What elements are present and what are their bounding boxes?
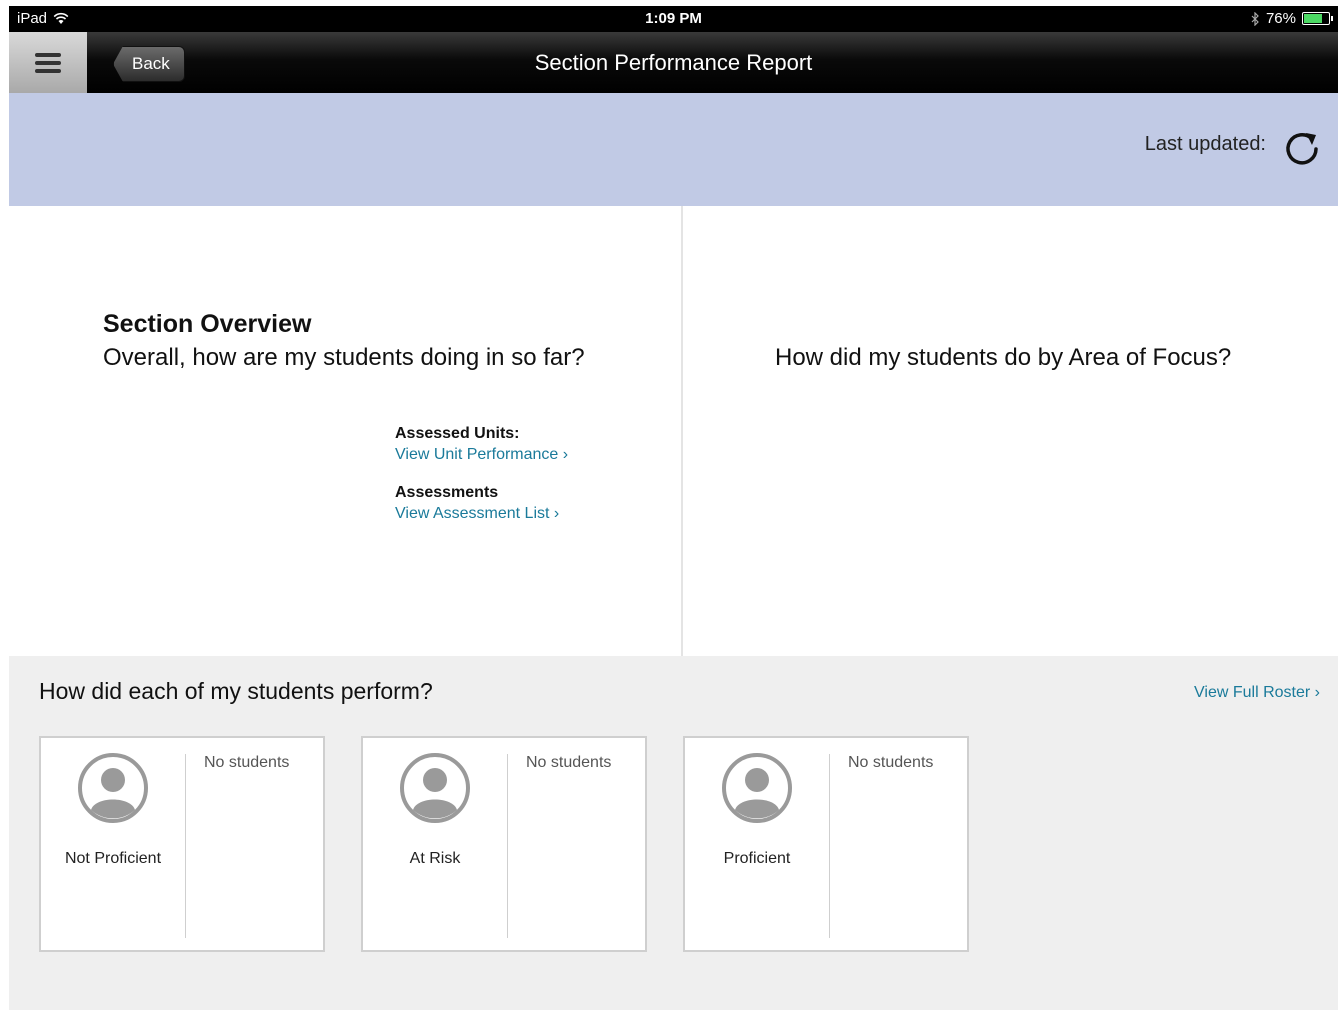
student-category-card[interactable]: Not Proficient No students — [39, 736, 325, 952]
view-unit-performance-link[interactable]: View Unit Performance › — [395, 446, 568, 464]
bluetooth-icon — [1251, 11, 1259, 26]
student-category-card[interactable]: At Risk No students — [361, 736, 647, 952]
card-divider — [829, 754, 830, 938]
view-full-roster-link[interactable]: View Full Roster › — [1194, 684, 1320, 702]
category-label: Proficient — [723, 850, 791, 867]
card-divider — [185, 754, 186, 938]
section-overview-subtitle: Overall, how are my students doing in so… — [103, 344, 585, 371]
empty-students-text: No students — [526, 754, 612, 771]
nav-bar: Back Section Performance Report — [9, 32, 1338, 93]
student-performance-section: How did each of my students perform? Vie… — [9, 656, 1338, 1010]
card-divider — [507, 754, 508, 938]
battery-fill — [1304, 14, 1323, 23]
battery-icon — [1302, 12, 1333, 25]
status-bar: iPad 1:09 PM 76% — [9, 6, 1338, 32]
avatar-icon — [78, 753, 148, 823]
last-updated-label: Last updated: — [1144, 133, 1266, 155]
area-of-focus-panel: How did my students do by Area of Focus? — [683, 206, 1338, 656]
status-right: 76% — [1251, 10, 1333, 27]
empty-students-text: No students — [204, 754, 290, 771]
empty-students-text: No students — [848, 754, 934, 771]
section-overview-title: Section Overview — [103, 310, 312, 338]
category-label: At Risk — [409, 850, 461, 867]
view-assessment-list-link[interactable]: View Assessment List › — [395, 505, 559, 523]
refresh-icon[interactable] — [1282, 129, 1322, 169]
avatar-icon — [400, 753, 470, 823]
section-overview-panel: Section Overview Overall, how are my stu… — [9, 206, 681, 656]
student-performance-question: How did each of my students perform? — [39, 678, 433, 704]
assessed-units-label: Assessed Units: — [395, 425, 520, 442]
student-category-card[interactable]: Proficient No students — [683, 736, 969, 952]
category-label: Not Proficient — [64, 850, 162, 867]
area-of-focus-question: How did my students do by Area of Focus? — [775, 344, 1232, 371]
battery-percent: 76% — [1265, 10, 1296, 27]
assessments-label: Assessments — [395, 484, 499, 501]
info-band: Last updated: — [9, 93, 1338, 206]
avatar-icon — [722, 753, 792, 823]
status-time: 1:09 PM — [645, 10, 702, 27]
page-title: Section Performance Report — [534, 50, 813, 75]
